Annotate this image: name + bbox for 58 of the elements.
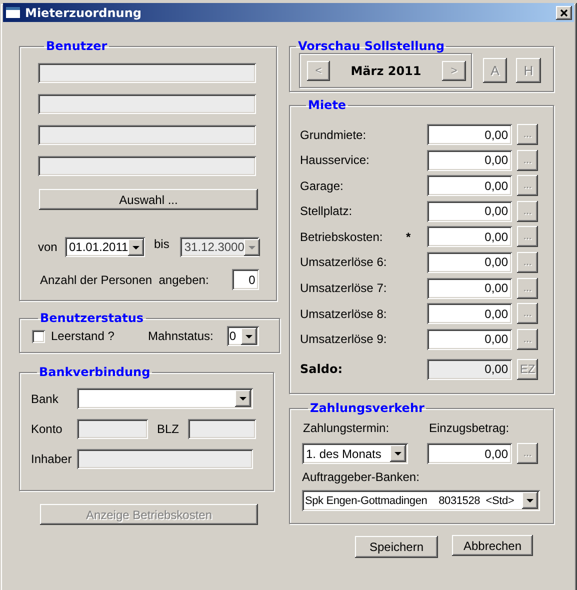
checkbox[interactable] xyxy=(32,330,45,342)
group-title: Benutzer xyxy=(45,39,108,53)
amount-label: Stellplatz: xyxy=(300,204,354,218)
amount-field[interactable]: 0,00 xyxy=(427,226,512,248)
amount-label: Umsatzerlöse 8: xyxy=(300,306,388,321)
amount-field[interactable]: 0,00 xyxy=(427,443,512,464)
amount-label: Grundmiete: xyxy=(300,128,368,142)
group-title: Vorschau Sollstellung xyxy=(297,39,446,53)
bank-code-field[interactable] xyxy=(188,419,256,439)
group-title: Bankverbindung xyxy=(38,365,152,379)
payment-date-dropdown[interactable]: 1. des Monats xyxy=(302,443,408,464)
bank-dropdown[interactable]: Spk Engen-Gottmadingen 8031528 <Std> xyxy=(302,490,540,511)
amount-field[interactable]: 0,00 xyxy=(427,303,512,324)
account-field[interactable] xyxy=(77,419,148,439)
group-title: Zahlungsverkehr xyxy=(309,401,426,415)
to-label: bis xyxy=(154,237,170,251)
balance-label: Saldo: xyxy=(300,362,344,376)
amount-label: Umsatzerlöse 9: xyxy=(300,332,388,346)
amount-field[interactable]: 0,00 xyxy=(427,150,512,171)
group-title: Miete xyxy=(307,98,348,112)
bank-label: Bank xyxy=(31,392,60,406)
amount-field[interactable]: 0,00 xyxy=(427,278,512,299)
holder-label: Inhaber xyxy=(31,452,73,466)
group-title: Benutzerstatus xyxy=(39,311,145,325)
date-dropdown[interactable]: 01.01.2011 xyxy=(65,237,145,257)
close-icon xyxy=(560,8,568,16)
payment-date-label: Zahlungstermin: xyxy=(302,421,390,435)
banks-label: Auftraggeber-Banken: xyxy=(302,470,420,484)
bank-code-label: BLZ xyxy=(157,422,180,436)
amount-label: Betriebskosten: xyxy=(300,230,384,244)
amount-field[interactable]: 0,00 xyxy=(427,252,512,273)
select-button[interactable]: Auswahl ... xyxy=(39,189,258,210)
amount-field[interactable]: 0,00 xyxy=(427,358,512,380)
window-title: Mieterzuordnung xyxy=(25,6,142,20)
checkbox-label: Leerstand ? xyxy=(51,329,116,343)
amount-label: Hausservice: xyxy=(300,153,370,168)
account-label: Konto xyxy=(31,422,64,436)
asterisk-marker: * xyxy=(406,230,412,244)
collection-amount-label: Einzugsbetrag: xyxy=(429,421,510,435)
holder-field[interactable] xyxy=(77,449,253,469)
window-icon xyxy=(5,6,21,19)
persons-input[interactable]: 0 xyxy=(232,269,260,290)
amount-field[interactable]: 0,00 xyxy=(427,328,512,350)
close-button[interactable] xyxy=(556,6,572,20)
amount-label: Umsatzerlöse 7: xyxy=(300,281,388,296)
bank-dropdown[interactable] xyxy=(77,388,253,409)
month-label: März 2011 xyxy=(350,64,422,78)
save-button[interactable]: Speichern xyxy=(355,536,438,558)
amount-field[interactable]: 0,00 xyxy=(427,175,512,196)
persons-label: Anzahl der Personen angeben: xyxy=(40,272,209,286)
amount-field[interactable]: 0,00 xyxy=(427,200,512,222)
cancel-button[interactable]: Abbrechen xyxy=(452,535,533,556)
amount-field[interactable]: 0,00 xyxy=(427,124,512,145)
dunning-label: Mahnstatus: xyxy=(148,329,214,343)
amount-label: Garage: xyxy=(300,178,344,193)
from-label: von xyxy=(38,240,58,254)
dunning-dropdown[interactable]: 0 xyxy=(227,326,260,346)
amount-label: Umsatzerlöse 6: xyxy=(300,255,388,270)
